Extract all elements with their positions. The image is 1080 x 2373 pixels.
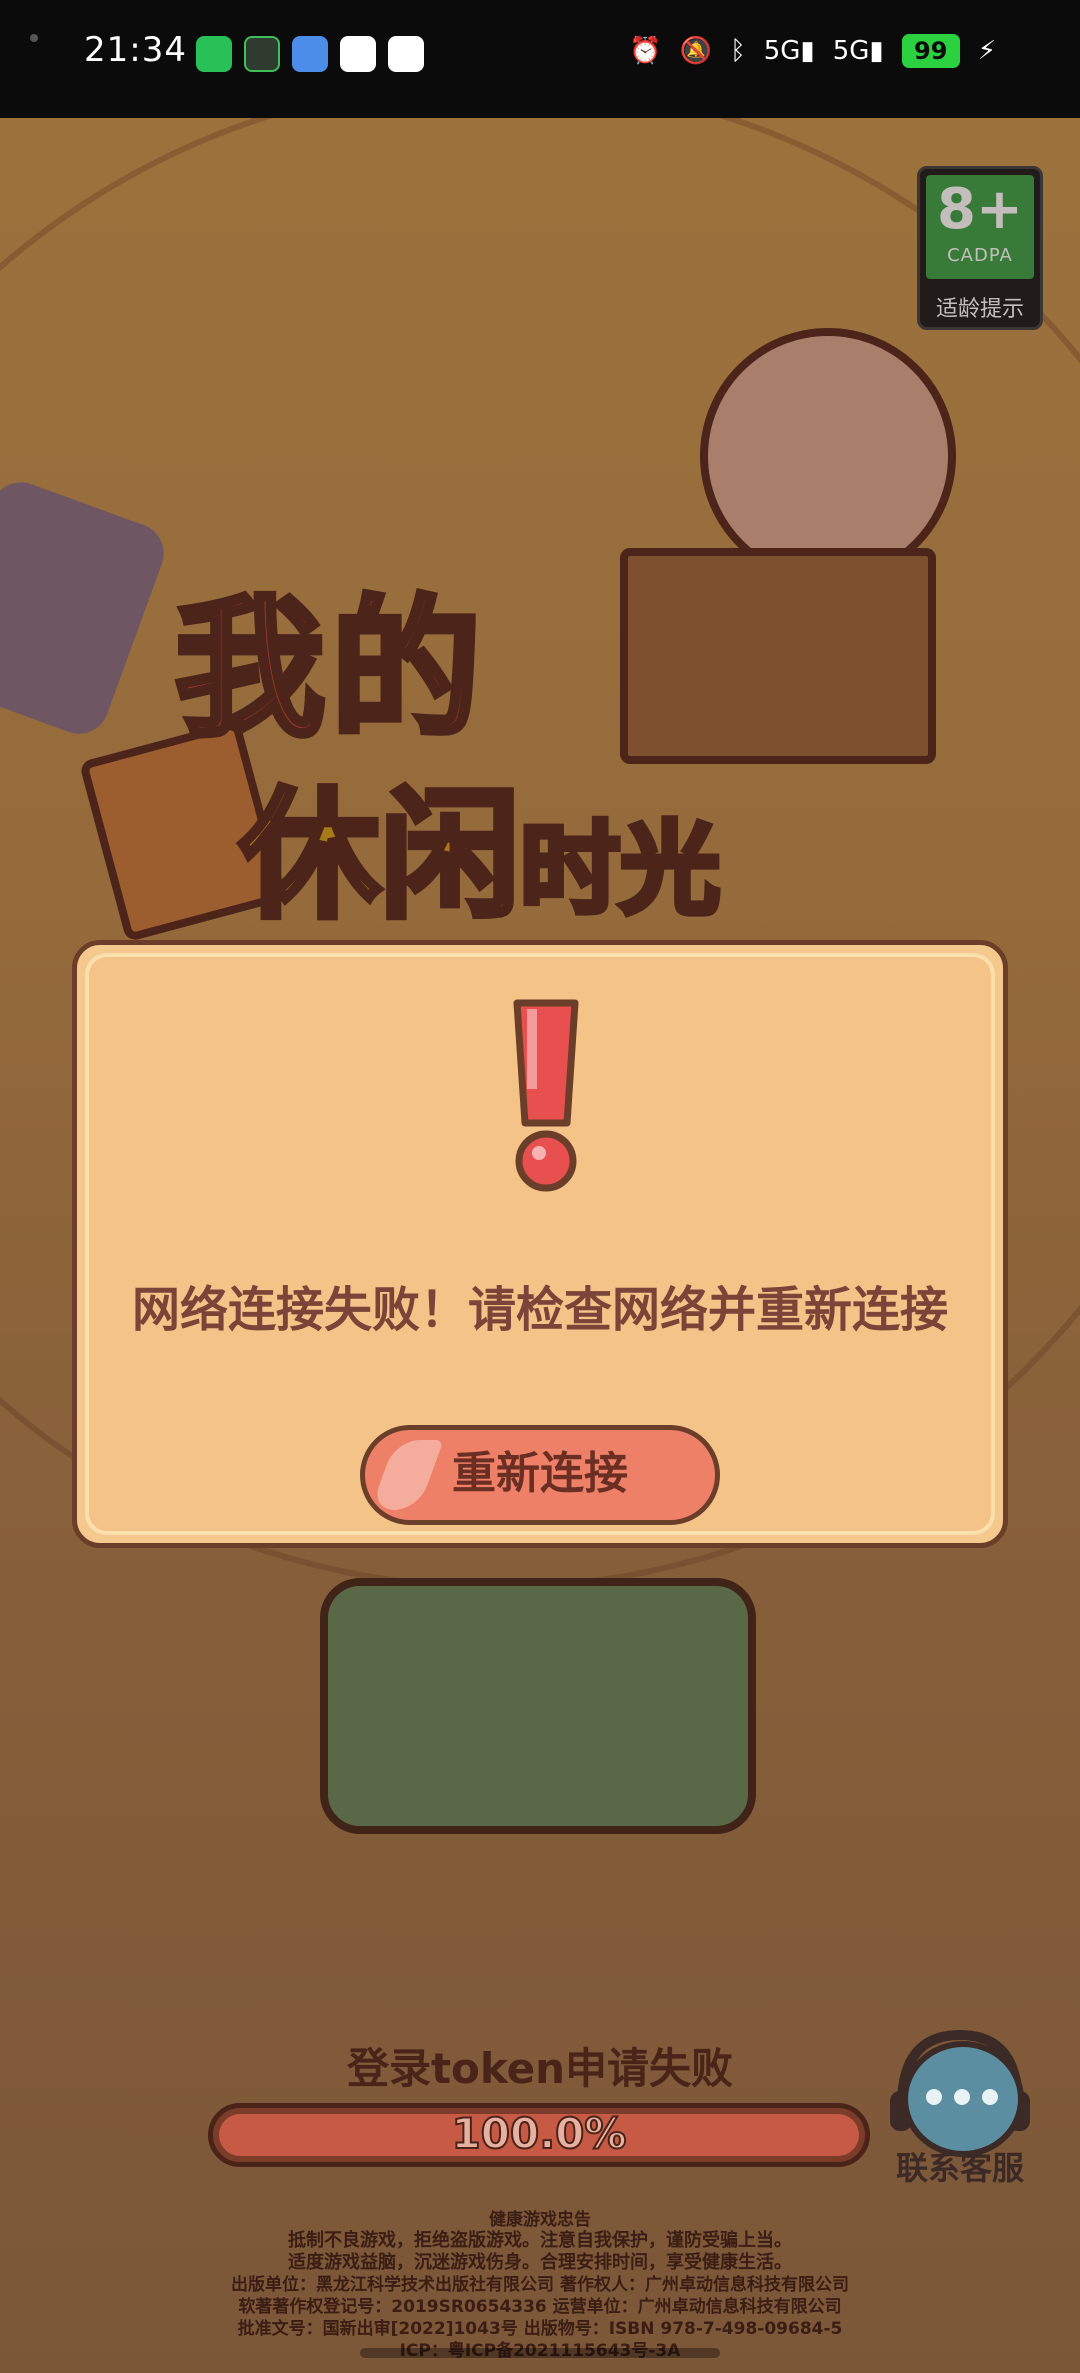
weather-icon (292, 36, 328, 72)
footer-line: 软著著作权登记号：2019SR0654336 运营单位：广州卓动信息科技有限公司 (238, 2297, 842, 2317)
footer-heading: 健康游戏忠告 (489, 2210, 591, 2230)
cube-app-icon (244, 36, 280, 72)
network-error-dialog: 网络连接失败！请检查网络并重新连接 重新连接 (72, 940, 1008, 1548)
chat-bubble-icon (902, 2041, 1024, 2157)
loading-progress-bar: 100.0% (208, 2103, 870, 2167)
bluetooth-icon: ᛒ (730, 36, 746, 66)
status-time: 21:34 (84, 30, 187, 70)
battery-indicator: 99 (901, 34, 960, 68)
signal-5g-icon: 5G▮ (763, 36, 815, 66)
reconnect-button-label: 重新连接 (452, 1448, 628, 1499)
shield-icon (340, 36, 376, 72)
footer-line: 出版单位：黑龙江科学技术出版社有限公司 著作权人：广州卓动信息科技有限公司 (231, 2275, 849, 2295)
customer-service-button[interactable]: 联系客服 (880, 2025, 1040, 2187)
mute-icon: 🔕 (679, 36, 713, 66)
legal-footer: 健康游戏忠告 抵制不良游戏，拒绝盗版游戏。注意自我保护，谨防受骗上当。 适度游戏… (0, 2210, 1080, 2362)
customer-service-label: 联系客服 (895, 2149, 1024, 2187)
notification-icons (196, 36, 424, 72)
status-bar: 21:34 ⏰ 🔕 ᛒ 5G▮ 5G▮ 99 ⚡ (0, 0, 1080, 118)
home-indicator[interactable] (360, 2348, 720, 2358)
camera-dot (30, 34, 38, 42)
footer-line: 适度游戏益脑，沉迷游戏伤身。合理安排时间，享受健康生活。 (288, 2252, 792, 2273)
charging-icon: ⚡ (977, 36, 996, 66)
signal-5g-icon: 5G▮ (832, 36, 884, 66)
reconnect-button[interactable]: 重新连接 (360, 1425, 720, 1525)
progress-percent: 100.0% (451, 2108, 628, 2159)
error-message: 网络连接失败！请检查网络并重新连接 (131, 1282, 948, 1338)
system-status: ⏰ 🔕 ᛒ 5G▮ 5G▮ 99 ⚡ (629, 34, 996, 68)
footer-line: 批准文号：国新出审[2022]1043号 出版物号：ISBN 978-7-498… (237, 2319, 843, 2339)
umbrella-icon (388, 36, 424, 72)
alarm-icon: ⏰ (629, 36, 662, 66)
warning-exclamation-icon (513, 999, 579, 1192)
wechat-icon (196, 36, 232, 72)
login-status-text: 登录token申请失败 (346, 2044, 734, 2093)
footer-line: 抵制不良游戏，拒绝盗版游戏。注意自我保护，谨防受骗上当。 (288, 2230, 792, 2251)
